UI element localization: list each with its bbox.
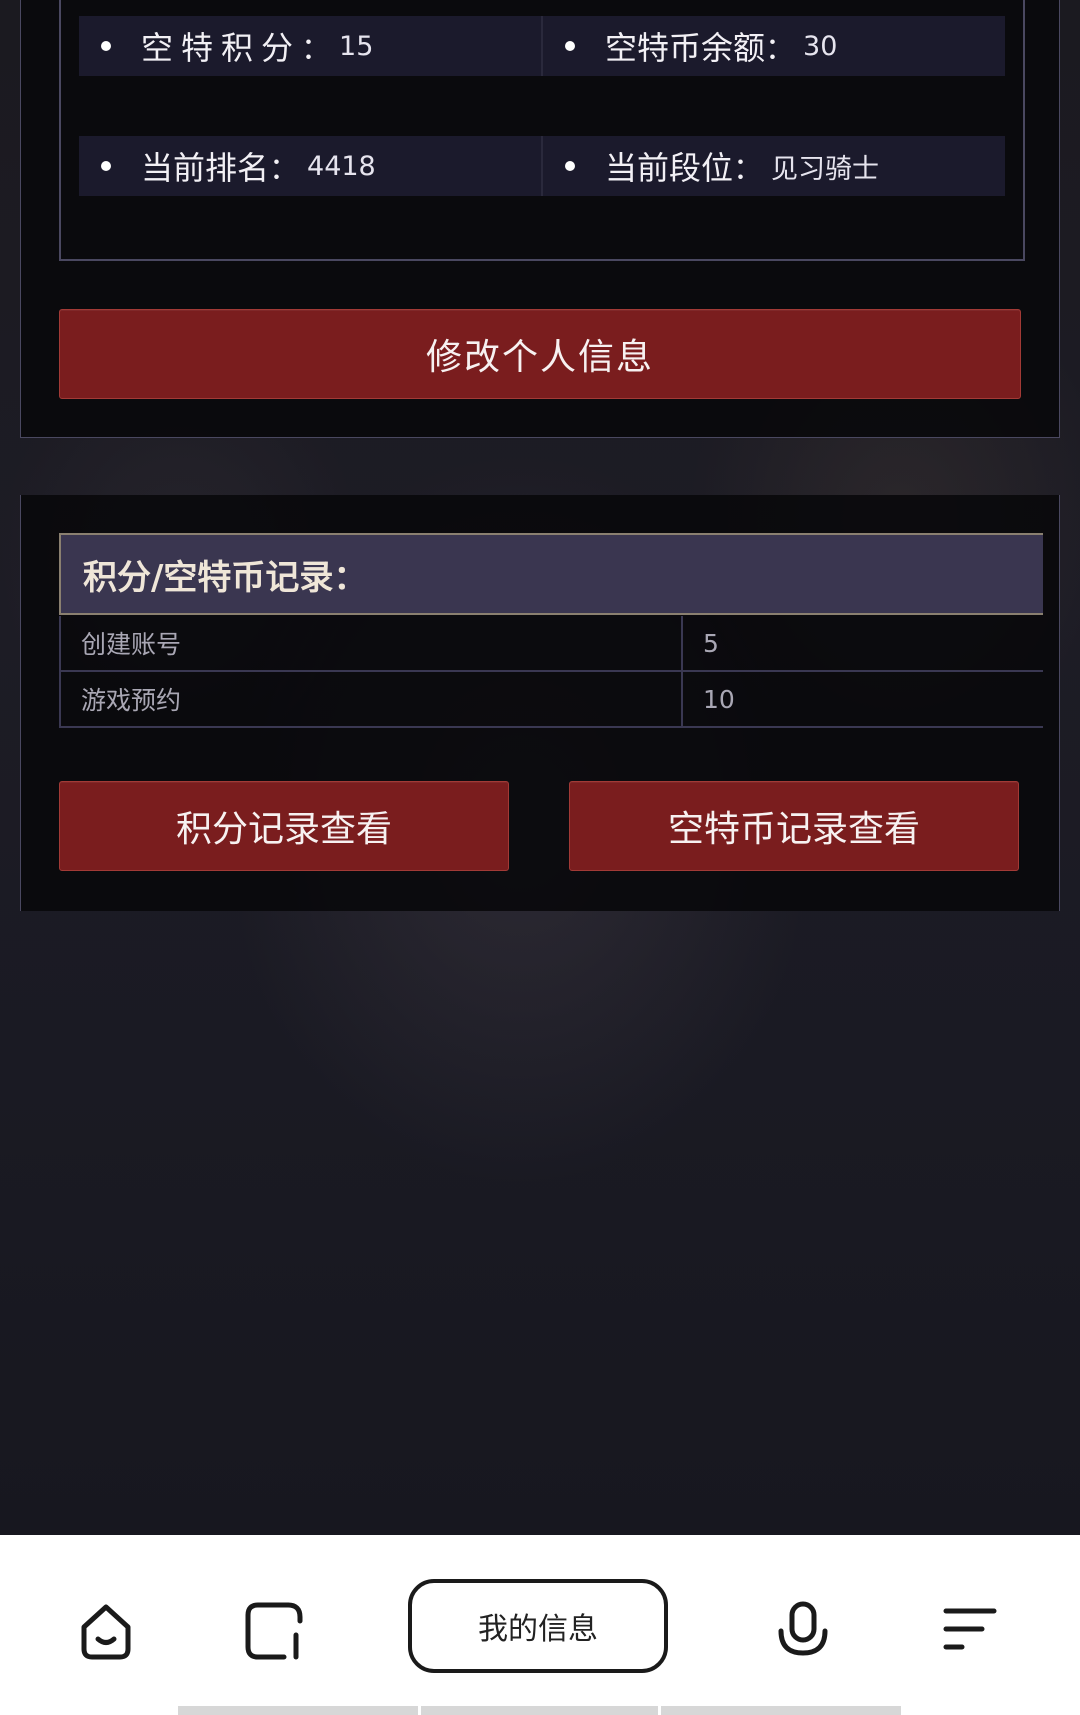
menu-icon [943, 1608, 997, 1650]
bullet-icon [101, 41, 111, 51]
nav-my-info[interactable]: 我的信息 [408, 1579, 668, 1673]
nav-home[interactable] [66, 1591, 146, 1671]
stat-label: 空特积分 [141, 29, 302, 67]
points-records-button[interactable]: 积分记录查看 [59, 781, 509, 871]
stat-label: 当前段位 [605, 149, 734, 187]
stats-row: 空特积分 ： 15 空特币余额 ： 30 [79, 16, 1005, 76]
record-value: 5 [703, 628, 719, 658]
bullet-icon [565, 41, 575, 51]
profile-panel: 空特积分 ： 15 空特币余额 ： 30 当前排名 ： 4418 当前段位 ： [20, 0, 1060, 438]
records-title: 积分/空特币记录： [59, 533, 1043, 615]
stats-row: 当前排名 ： 4418 当前段位 ： 见习骑士 [79, 136, 1005, 196]
stat-colon: ： [765, 32, 796, 67]
coin-records-button[interactable]: 空特币记录查看 [569, 781, 1019, 871]
page-indicator-segment [178, 1706, 418, 1715]
stat-coin-balance: 空特币余额 ： 30 [541, 16, 1005, 76]
stat-colon: ： [269, 152, 300, 187]
stat-label: 当前排名 [141, 149, 270, 187]
bottom-nav: 我的信息 [0, 1535, 1080, 1715]
stat-points: 空特积分 ： 15 [79, 16, 541, 76]
page-indicator-segment [421, 1706, 658, 1715]
bullet-icon [565, 161, 575, 171]
bullet-icon [101, 161, 111, 171]
record-value: 10 [703, 684, 735, 714]
table-row: 创建账号 5 [61, 616, 1043, 672]
stat-value: 15 [339, 30, 374, 62]
page-indicator-segment [661, 1706, 901, 1715]
nav-menu[interactable] [930, 1591, 1010, 1671]
stat-value: 30 [803, 30, 838, 62]
records-table: 创建账号 5 游戏预约 10 [59, 616, 1043, 728]
stat-colon: ： [301, 32, 332, 67]
nav-card[interactable] [234, 1591, 314, 1671]
records-panel: 积分/空特币记录： 创建账号 5 游戏预约 10 积分记录查看 空特币记录查看 [20, 495, 1060, 911]
record-name: 游戏预约 [61, 672, 683, 726]
edit-profile-button[interactable]: 修改个人信息 [59, 309, 1021, 399]
stat-tier: 当前段位 ： 见习骑士 [541, 136, 1005, 196]
stat-colon: ： [733, 152, 764, 187]
table-row: 游戏预约 10 [61, 672, 1043, 728]
nav-voice[interactable] [763, 1591, 843, 1671]
record-name: 创建账号 [61, 616, 683, 670]
profile-stats-box: 空特积分 ： 15 空特币余额 ： 30 当前排名 ： 4418 当前段位 ： [59, 0, 1025, 261]
microphone-icon [778, 1601, 828, 1656]
home-icon [81, 1604, 131, 1660]
stat-label: 空特币余额 [605, 29, 766, 67]
stat-rank: 当前排名 ： 4418 [79, 136, 541, 196]
stat-value: 见习骑士 [771, 153, 880, 185]
stat-value: 4418 [307, 150, 376, 182]
card-icon [245, 1602, 303, 1660]
